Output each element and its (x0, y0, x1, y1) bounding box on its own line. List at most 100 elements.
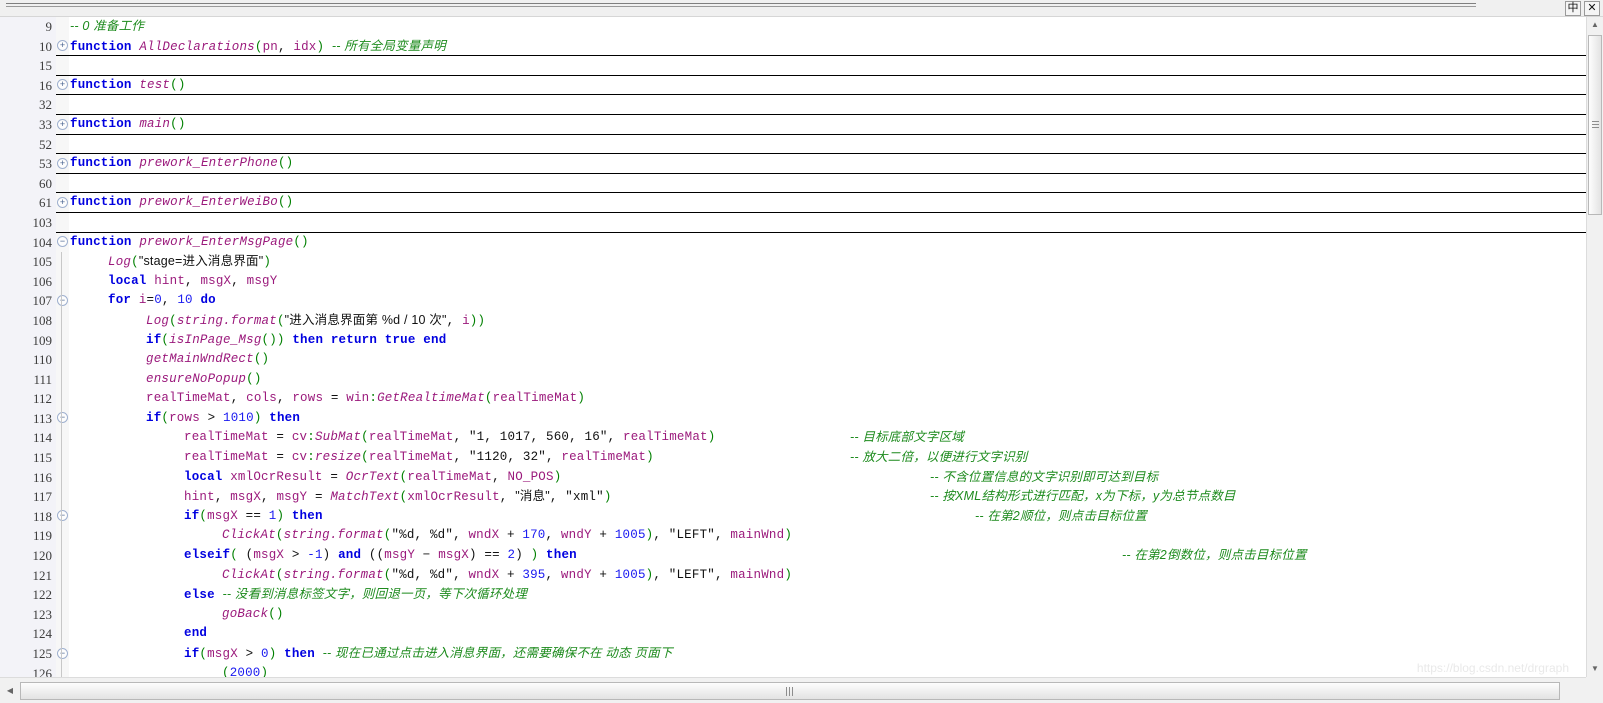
code-text[interactable]: for i=0, 10 do (108, 291, 216, 311)
code-text[interactable]: (2000) (222, 664, 268, 677)
close-icon[interactable]: ✕ (1584, 1, 1600, 16)
token-op: + (499, 528, 523, 543)
code-text[interactable]: ensureNoPopup() (146, 370, 262, 390)
fold-expand-icon[interactable]: + (56, 154, 69, 174)
code-line[interactable]: 124 end (0, 624, 1586, 644)
fold-collapse-icon[interactable]: − (56, 232, 69, 253)
fold-collapse-icon[interactable]: − (56, 408, 69, 429)
token-id: realTimeMat (623, 430, 708, 445)
code-line[interactable]: 113− if(rows > 1010) then (0, 408, 1586, 429)
fold-expand-icon[interactable]: + (56, 75, 69, 96)
code-line[interactable]: 112 realTimeMat, cols, rows = win:GetReal… (0, 389, 1586, 409)
code-text[interactable]: if(isInPage_Msg()) then return true end (146, 331, 446, 351)
vertical-scrollbar[interactable]: ▲ ▼ (1586, 17, 1603, 677)
fold-expand-icon[interactable]: + (56, 36, 69, 57)
token-pn: ( (276, 313, 285, 328)
code-text[interactable]: if(msgX == 1) then (184, 507, 323, 527)
code-line[interactable]: 104− function prework_EnterMsgPage() (0, 232, 1586, 253)
fold-collapse-icon[interactable]: − (56, 644, 69, 664)
scroll-left-icon[interactable]: ◀ (2, 683, 18, 699)
token-pn: ( (131, 255, 139, 270)
drag-grip-handle[interactable] (6, 3, 1476, 11)
code-line[interactable]: 53 + function prework_EnterPhone() (0, 154, 1586, 174)
fold-collapse-icon[interactable]: − (56, 291, 69, 311)
code-line[interactable]: 61 + function prework_EnterWeiBo() (0, 193, 1586, 213)
code-text[interactable]: elseif( (msgX > -1) and ((msgY − msgX) =… (184, 546, 577, 566)
code-text[interactable]: getMainWndRect() (146, 350, 269, 370)
vertical-scroll-thumb[interactable] (1588, 35, 1602, 215)
trailing-comment: -- 按XML结构形式进行匹配，x为下标，y为总节点数目 (930, 489, 1236, 504)
code-text[interactable]: Log(string.format("进入消息界面第 %d / 10 次", i… (146, 311, 485, 331)
code-text[interactable]: function prework_EnterMsgPage() (70, 233, 309, 253)
code-line[interactable]: 121 ClickAt(string.format("%d, %d", wndX … (0, 565, 1586, 586)
code-text[interactable]: end (184, 624, 207, 644)
fold-gutter-cell (56, 212, 69, 233)
code-line[interactable]: 125− if(msgX > 0) then -- 现在已通过点击进入消息界面，还… (0, 644, 1586, 664)
fold-collapse-icon[interactable]: − (56, 506, 69, 527)
fold-expand-icon[interactable]: + (56, 114, 69, 135)
fold-gutter-cell (56, 624, 69, 644)
code-line[interactable]: 120 elseif( (msgX > -1) and ((msgY − msgX… (0, 546, 1586, 566)
code-text[interactable]: ClickAt(string.format("%d, %d", wndX + 3… (222, 566, 792, 586)
code-line[interactable]: 105 Log("stage=进入消息界面") (0, 252, 1586, 272)
code-line[interactable]: 114 realTimeMat = cv:SubMat(realTimeMat, … (0, 428, 1586, 449)
token-op: , (549, 490, 566, 505)
code-text[interactable]: function main() (70, 115, 186, 135)
code-line[interactable]: 106 local hint, msgX, msgY (0, 271, 1586, 292)
code-text[interactable]: local xmlOcrResult = OcrText(realTimeMat… (184, 468, 561, 488)
token-pn: () (170, 77, 186, 92)
code-text[interactable]: realTimeMat = cv:resize(realTimeMat, "11… (184, 448, 654, 468)
indent-guide (61, 585, 62, 605)
code-text[interactable]: local hint, msgX, msgY (108, 272, 277, 292)
code-text[interactable]: function prework_EnterWeiBo() (70, 193, 293, 213)
code-line[interactable]: 117 hint, msgX, msgY = MatchText(xmlOcrRe… (0, 487, 1586, 507)
code-text[interactable]: if(msgX > 0) then -- 现在已通过点击进入消息界面，还需要确保… (184, 644, 673, 664)
line-number: 115 (0, 448, 56, 468)
code-line[interactable]: 110 getMainWndRect() (0, 350, 1586, 370)
code-text[interactable]: function prework_EnterPhone() (70, 154, 293, 174)
code-line[interactable]: 10 + function AllDeclarations(pn, idx) -- … (0, 36, 1586, 57)
code-text[interactable]: else -- 没看到消息标签文字，则回退一页，等下次循环处理 (184, 585, 527, 605)
code-lines-container[interactable]: 9 -- 0 准备工作 10 + function AllDeclarations(pn… (0, 17, 1586, 677)
scroll-up-icon[interactable]: ▲ (1587, 17, 1603, 33)
code-line[interactable]: 108 Log(string.format("进入消息界面第 %d / 10 次"… (0, 310, 1586, 331)
code-text[interactable]: realTimeMat = cv:SubMat(realTimeMat, "1,… (184, 428, 715, 448)
code-text[interactable]: function AllDeclarations(pn, idx) -- 所有全… (70, 37, 446, 57)
code-line[interactable]: 60 (0, 173, 1586, 194)
code-text[interactable]: if(rows > 1010) then (146, 409, 300, 429)
fold-expand-icon[interactable]: + (56, 193, 69, 213)
scroll-down-icon[interactable]: ▼ (1587, 661, 1603, 677)
fold-gutter-cell (56, 173, 69, 194)
code-line[interactable]: 119 ClickAt(string.format("%d, %d", wndX … (0, 526, 1586, 547)
pin-window-button[interactable]: 中 (1565, 1, 1581, 16)
code-line[interactable]: 126 (2000) (0, 663, 1586, 677)
horizontal-scroll-thumb[interactable] (20, 682, 1560, 700)
token-pn: ) (253, 410, 262, 425)
code-line[interactable]: 111 ensureNoPopup() (0, 369, 1586, 390)
code-line[interactable]: 32 (0, 95, 1586, 115)
code-line[interactable]: 109 if(isInPage_Msg()) then return true e… (0, 330, 1586, 351)
code-line[interactable]: 123 goBack() (0, 604, 1586, 625)
code-line[interactable]: 122 else -- 没看到消息标签文字，则回退一页，等下次循环处理 (0, 585, 1586, 605)
horizontal-scrollbar[interactable]: ◀ (0, 677, 1603, 703)
code-text[interactable]: -- 0 准备工作 (70, 17, 144, 37)
code-text[interactable]: hint, msgX, msgY = MatchText(xmlOcrResul… (184, 487, 612, 507)
code-text[interactable]: ClickAt(string.format("%d, %d", wndX + 1… (222, 526, 792, 546)
code-line[interactable]: 16 + function test() (0, 75, 1586, 96)
code-line[interactable]: 103 (0, 212, 1586, 233)
code-line[interactable]: 118− if(msgX == 1) then -- 在第2顺位，则点击目标位置 (0, 506, 1586, 527)
trailing-comment: -- 在第2顺位，则点击目标位置 (975, 508, 1147, 523)
code-text[interactable]: Log("stage=进入消息界面") (108, 252, 271, 272)
code-line[interactable]: 52 (0, 134, 1586, 155)
token-pn: : (369, 391, 378, 406)
code-line[interactable]: 107− for i=0, 10 do (0, 291, 1586, 311)
code-line[interactable]: 9 -- 0 准备工作 (0, 17, 1586, 37)
code-line[interactable]: 116 local xmlOcrResult = OcrText(realTime… (0, 467, 1586, 488)
code-text[interactable]: goBack() (222, 605, 284, 625)
code-line[interactable]: 33 + function main() (0, 114, 1586, 135)
code-line[interactable]: 15 (0, 56, 1586, 76)
code-text[interactable]: function test() (70, 76, 186, 96)
code-text[interactable]: realTimeMat, cols, rows = win:GetRealtim… (146, 389, 585, 409)
code-line[interactable]: 115 realTimeMat = cv:resize(realTimeMat, … (0, 448, 1586, 468)
token-id: rows (292, 391, 324, 406)
